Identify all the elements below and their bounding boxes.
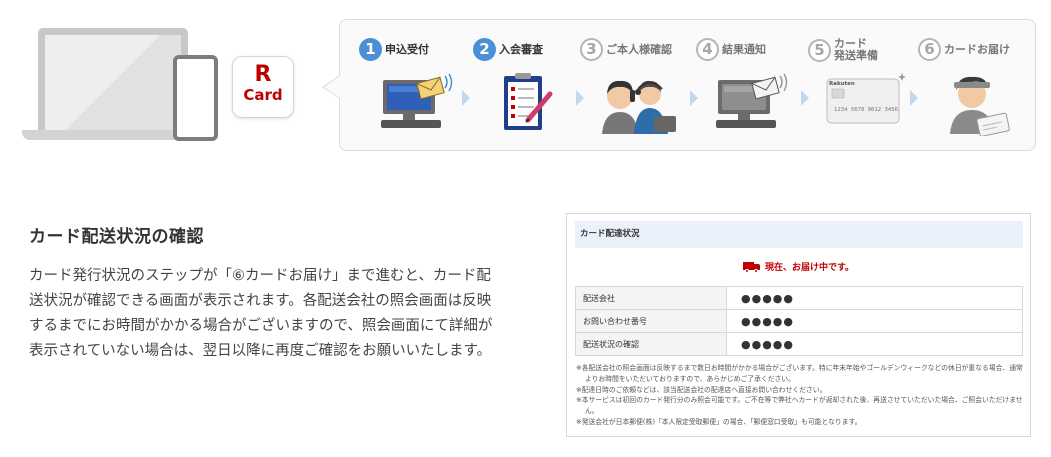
rakuten-card-app-icon: R Card bbox=[232, 56, 294, 118]
section-description: カード発行状況のステップが「⑥カードお届け」まで進むと、カード配送状況が確認でき… bbox=[29, 268, 493, 359]
step-number: 4 bbox=[696, 38, 719, 61]
panel-notes: ※各配送会社の照会画面は反映するまで数日お時間がかかる場合がございます。特に年末… bbox=[576, 363, 1028, 428]
step-number: 2 bbox=[473, 38, 496, 61]
step-identity-verification: 3 ご本人様確認 bbox=[580, 38, 690, 138]
phone-call-person-icon bbox=[602, 80, 676, 134]
step-label-line2: 発送準備 bbox=[834, 49, 878, 62]
step-arrow bbox=[462, 90, 470, 106]
note-item: ※配達日時のご依頼などは、該当配送会社の配達店へ直接お問い合わせください。 bbox=[576, 385, 827, 394]
delivery-person-icon bbox=[950, 76, 1010, 136]
table-row: 配送会社 ●●●●● bbox=[575, 286, 1023, 310]
credit-card-icon: 1234 5678 9012 3456 Rakuten bbox=[826, 73, 906, 124]
table-row: 配送状況の確認 ●●●●● bbox=[575, 332, 1023, 356]
row-label: 配送会社 bbox=[575, 286, 727, 310]
step-number: 1 bbox=[359, 38, 382, 61]
card-delivery-status-panel: カード配達状況 現在、お届け中です。 配送会社 ●●●●● お問い合わせ番号 ●… bbox=[566, 213, 1031, 437]
step-label: カードお届け bbox=[944, 42, 1010, 56]
step-label: 入会審査 bbox=[499, 42, 543, 56]
laptop-screen bbox=[45, 35, 181, 130]
note-item: ※本サービスは初回のカード発行分のみ照会可能です。ご不在等で弊社へカードが返却さ… bbox=[576, 396, 1023, 416]
truck-icon bbox=[742, 261, 761, 273]
laptop-illustration bbox=[38, 28, 188, 130]
card-brand: Rakuten bbox=[829, 81, 855, 87]
app-icon-letter: R bbox=[254, 62, 272, 87]
row-value: ●●●●● bbox=[726, 286, 1023, 310]
row-label: お問い合わせ番号 bbox=[575, 309, 727, 333]
step-number: 3 bbox=[580, 38, 603, 61]
checklist-pen-icon bbox=[504, 73, 553, 130]
app-icon-label: Card bbox=[243, 86, 283, 104]
step-result-notification: 4 結果通知 bbox=[696, 38, 796, 138]
row-value: ●●●●● bbox=[726, 309, 1023, 333]
note-item: ※各配送会社の照会画面は反映するまで数日お時間がかかる場合がございます。特に年末… bbox=[576, 364, 1023, 383]
step-arrow bbox=[910, 90, 918, 106]
section-title: カード配送状況の確認 bbox=[29, 227, 204, 247]
step-application-received: 1 申込受付 bbox=[359, 38, 459, 138]
step-card-delivery: 6 カードお届け bbox=[918, 38, 1028, 138]
step-membership-review: 2 入会審査 bbox=[473, 38, 573, 138]
step-label: 結果通知 bbox=[722, 42, 766, 56]
step-label: ご本人様確認 bbox=[606, 42, 672, 56]
row-label: 配送状況の確認 bbox=[575, 332, 727, 356]
bubble-tail-inner bbox=[324, 76, 340, 98]
delivery-info-table: 配送会社 ●●●●● お問い合わせ番号 ●●●●● 配送状況の確認 ●●●●● bbox=[575, 286, 1023, 356]
step-number: 6 bbox=[918, 38, 941, 61]
panel-header: カード配達状況 bbox=[575, 221, 1023, 248]
card-number: 1234 5678 9012 3456 bbox=[834, 107, 898, 113]
step-number: 5 bbox=[808, 38, 831, 62]
table-row: お問い合わせ番号 ●●●●● bbox=[575, 309, 1023, 333]
row-value: ●●●●● bbox=[726, 332, 1023, 356]
computer-mail-icon bbox=[381, 73, 453, 128]
computer-mail-icon bbox=[716, 73, 788, 128]
note-item: ※発送会社が日本郵便(株)「本人限定受取郵便」の場合、「郵便窓口受取」も可能とな… bbox=[576, 417, 862, 426]
step-label: 申込受付 bbox=[385, 42, 429, 56]
smartphone-illustration bbox=[173, 55, 218, 141]
delivery-status-message: 現在、お届け中です。 bbox=[567, 260, 1030, 273]
step-card-shipping-preparation: 5 カード 発送準備 1234 5678 9012 3456 Rakuten bbox=[808, 38, 908, 138]
delivery-status-text: 現在、お届け中です。 bbox=[764, 263, 855, 273]
